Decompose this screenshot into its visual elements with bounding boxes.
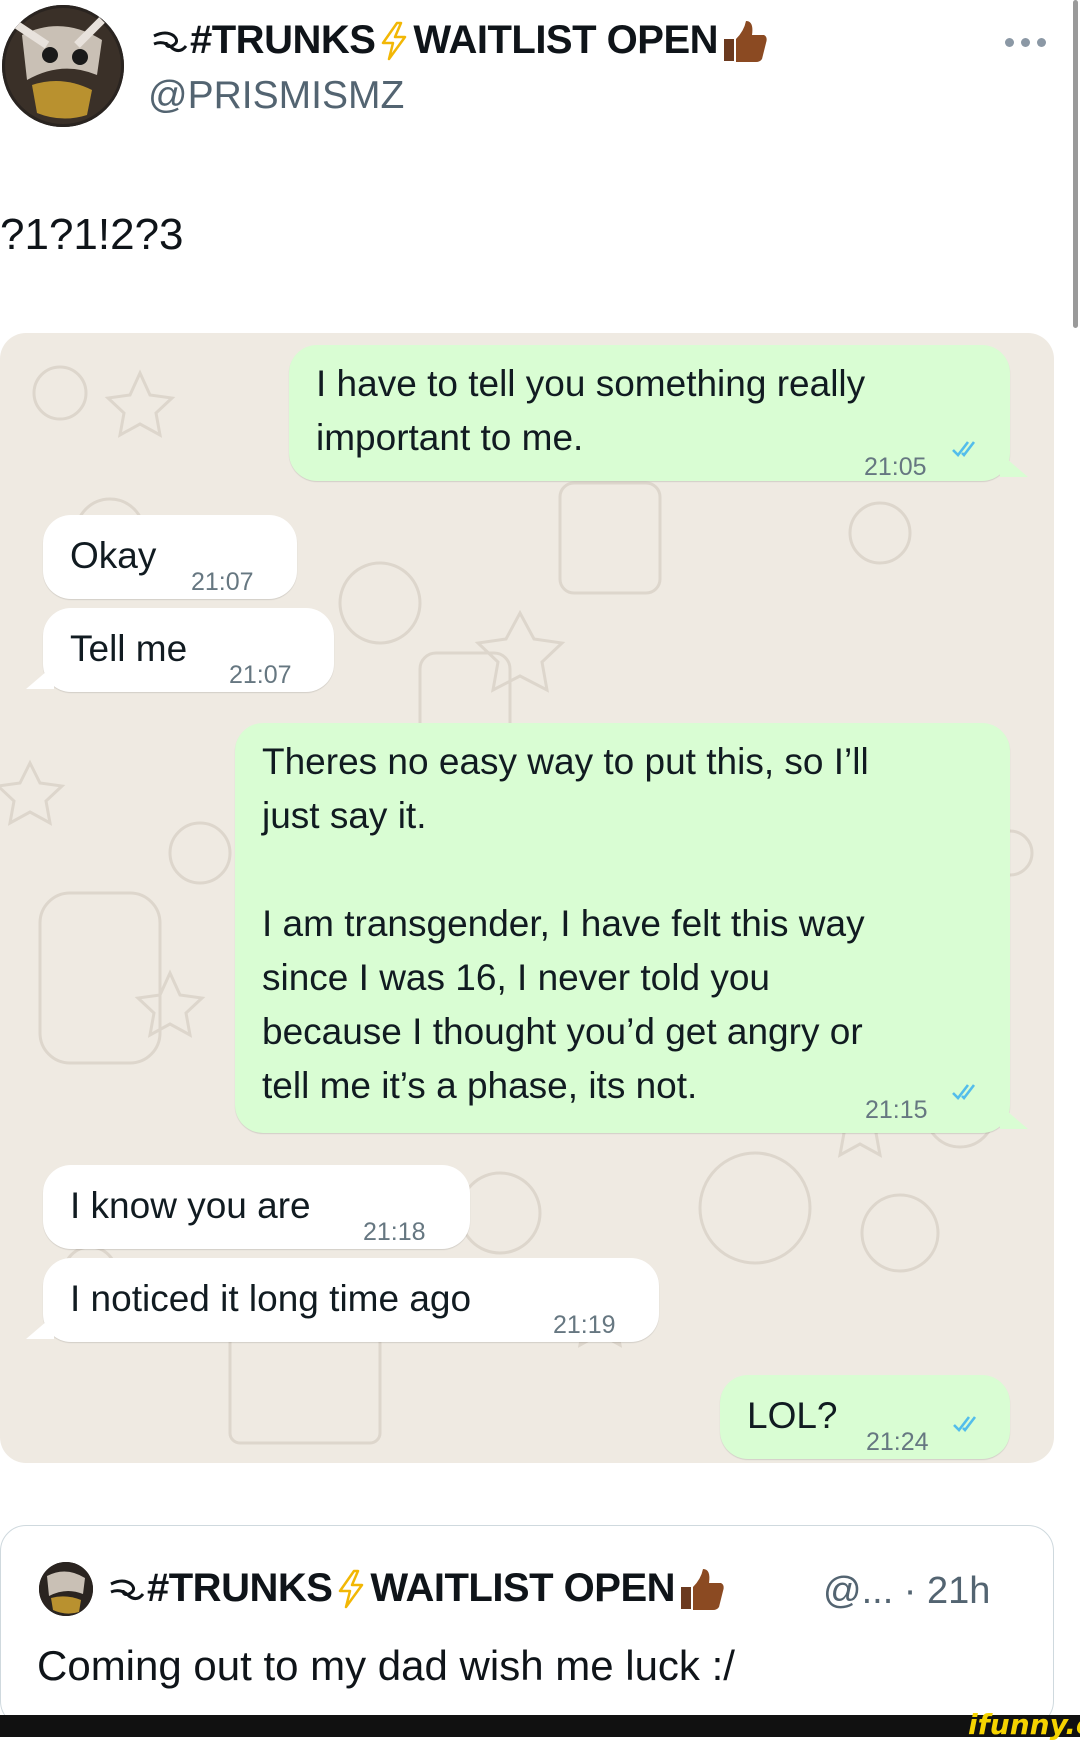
message-time: 21:18 bbox=[363, 1218, 426, 1246]
bubble-tail bbox=[26, 1315, 54, 1339]
message-text: Okay bbox=[70, 535, 157, 576]
chat-screenshot[interactable]: I have to tell you something really impo… bbox=[0, 333, 1054, 1463]
message-text: since I was 16, I never told you bbox=[262, 957, 770, 998]
message-text: I am transgender, I have felt this way bbox=[262, 903, 865, 944]
message-text: LOL? bbox=[747, 1395, 838, 1436]
message-time: 21:24 bbox=[866, 1428, 929, 1456]
handle[interactable]: @PRISMISMZ bbox=[148, 74, 404, 118]
quote-display-name-text: #TRUNKS bbox=[147, 1566, 333, 1610]
bubble-tail bbox=[1000, 1105, 1028, 1129]
read-receipt-icon bbox=[953, 1416, 977, 1432]
ifunny-watermark: ifunny.co bbox=[968, 1708, 1080, 1741]
message-text bbox=[262, 843, 869, 897]
bubble-tail bbox=[1000, 453, 1028, 477]
thumbs-up-icon bbox=[724, 20, 767, 62]
message-bubble-incoming[interactable]: Tell me 21:07 bbox=[43, 608, 334, 692]
avatar[interactable] bbox=[2, 5, 124, 127]
message-text: important to me. bbox=[316, 417, 584, 458]
message-text: tell me it’s a phase, its not. bbox=[262, 1065, 698, 1106]
read-receipt-icon bbox=[952, 1084, 976, 1100]
message-text: I noticed it long time ago bbox=[70, 1278, 472, 1319]
message-bubble-outgoing[interactable]: Theres no easy way to put this, so I’ll … bbox=[235, 723, 1010, 1133]
quote-meta: @... · 21h bbox=[823, 1570, 991, 1612]
lightning-icon bbox=[382, 21, 407, 60]
watermark-bar bbox=[0, 1715, 1080, 1737]
message-time: 21:07 bbox=[229, 661, 292, 689]
message-text: Theres no easy way to put this, so I’ll bbox=[262, 741, 869, 782]
quote-display-name[interactable]: #TRUNKS WAITLIST OPEN bbox=[109, 1566, 725, 1611]
message-text: I have to tell you something really bbox=[316, 363, 866, 404]
wind-icon bbox=[110, 1579, 145, 1600]
message-bubble-outgoing[interactable]: LOL? 21:24 bbox=[720, 1375, 1010, 1459]
message-time: 21:19 bbox=[553, 1311, 616, 1339]
wind-icon bbox=[153, 31, 188, 52]
message-text: Tell me bbox=[70, 628, 188, 669]
message-time: 21:07 bbox=[191, 568, 254, 596]
display-name-suffix: WAITLIST OPEN bbox=[413, 18, 719, 62]
message-bubble-incoming[interactable]: I noticed it long time ago 21:19 bbox=[43, 1258, 659, 1342]
quote-text: Coming out to my dad wish me luck :/ bbox=[37, 1642, 735, 1689]
message-text: just say it. bbox=[262, 795, 427, 836]
bubble-tail bbox=[26, 665, 54, 689]
display-name[interactable]: #TRUNKS WAITLIST OPEN bbox=[152, 18, 768, 63]
message-bubble-incoming[interactable]: Okay 21:07 bbox=[43, 515, 297, 599]
scrollbar[interactable] bbox=[1073, 0, 1078, 328]
quote-avatar[interactable] bbox=[39, 1562, 93, 1616]
message-text: because I thought you’d get angry or bbox=[262, 1011, 863, 1052]
quoted-tweet[interactable]: #TRUNKS WAITLIST OPEN @... · 21h Coming … bbox=[0, 1525, 1054, 1727]
message-time: 21:05 bbox=[864, 453, 927, 481]
read-receipt-icon bbox=[952, 441, 976, 457]
message-text: I know you are bbox=[70, 1185, 311, 1226]
lightning-icon bbox=[339, 1569, 364, 1608]
more-horizontal-icon[interactable] bbox=[1005, 38, 1055, 50]
display-name-text: #TRUNKS bbox=[190, 18, 376, 62]
tweet-text: ?1?1!2?3 bbox=[0, 210, 184, 259]
message-bubble-incoming[interactable]: I know you are 21:18 bbox=[43, 1165, 470, 1249]
quote-display-name-suffix: WAITLIST OPEN bbox=[370, 1566, 676, 1610]
message-bubble-outgoing[interactable]: I have to tell you something really impo… bbox=[289, 345, 1010, 481]
thumbs-up-icon bbox=[681, 1568, 724, 1610]
message-time: 21:15 bbox=[865, 1096, 928, 1124]
